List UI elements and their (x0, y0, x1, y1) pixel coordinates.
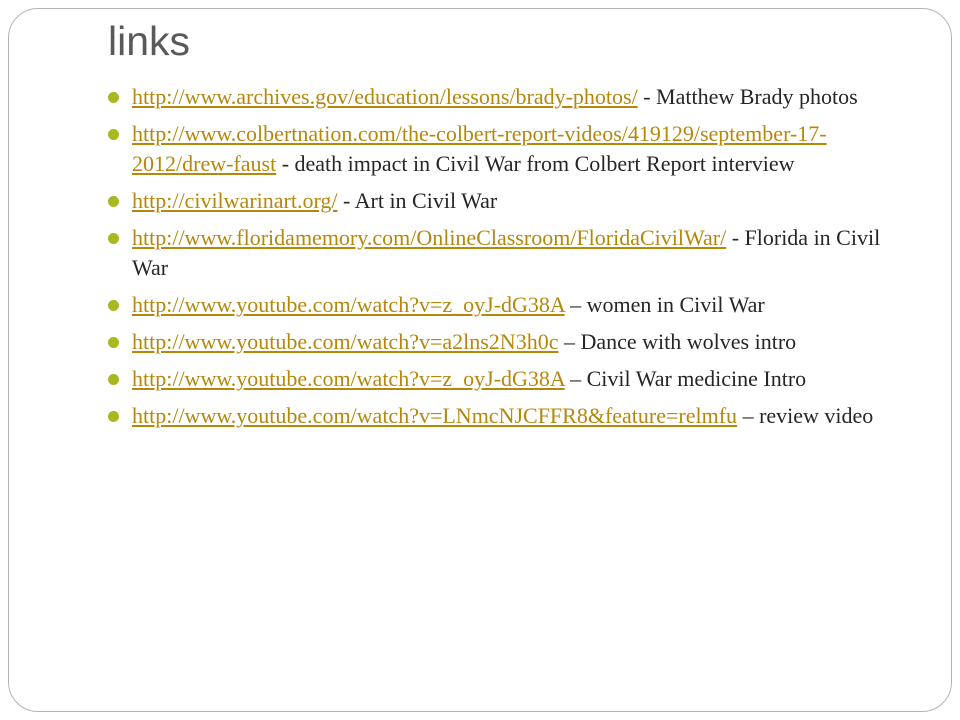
list-item: http://www.youtube.com/watch?v=z_oyJ-dG3… (108, 290, 908, 320)
list-item: http://www.floridamemory.com/OnlineClass… (108, 223, 908, 283)
link-description: - death impact in Civil War from Colbert… (276, 151, 795, 176)
list-item: http://www.youtube.com/watch?v=a2lns2N3h… (108, 327, 908, 357)
link-list: http://www.archives.gov/education/lesson… (108, 82, 908, 438)
bullet-icon (108, 129, 119, 140)
link-description: – Dance with wolves intro (558, 329, 797, 354)
link-description: – Civil War medicine Intro (564, 366, 807, 391)
list-item: http://www.youtube.com/watch?v=z_oyJ-dG3… (108, 364, 908, 394)
list-item: http://www.archives.gov/education/lesson… (108, 82, 908, 112)
bullet-icon (108, 300, 119, 311)
link-url[interactable]: http://www.archives.gov/education/lesson… (132, 84, 638, 109)
list-item: http://civilwarinart.org/ - Art in Civil… (108, 186, 908, 216)
bullet-icon (108, 337, 119, 348)
bullet-icon (108, 233, 119, 244)
link-url[interactable]: http://www.youtube.com/watch?v=z_oyJ-dG3… (132, 292, 565, 317)
link-url[interactable]: http://civilwarinart.org/ (132, 188, 338, 213)
link-description: - Art in Civil War (337, 188, 498, 213)
link-description: – women in Civil War (564, 292, 765, 317)
link-url[interactable]: http://www.youtube.com/watch?v=a2lns2N3h… (132, 329, 558, 354)
link-description: - Matthew Brady photos (637, 84, 858, 109)
link-url[interactable]: http://www.youtube.com/watch?v=z_oyJ-dG3… (132, 366, 565, 391)
link-url[interactable]: http://www.youtube.com/watch?v=LNmcNJCFF… (132, 403, 737, 428)
list-item: http://www.youtube.com/watch?v=LNmcNJCFF… (108, 401, 908, 431)
bullet-icon (108, 374, 119, 385)
link-description: – review video (737, 403, 874, 428)
list-item: http://www.colbertnation.com/the-colbert… (108, 119, 908, 179)
link-url[interactable]: http://www.floridamemory.com/OnlineClass… (132, 225, 726, 250)
bullet-icon (108, 411, 119, 422)
bullet-icon (108, 196, 119, 207)
slide-title: links (108, 18, 191, 64)
bullet-icon (108, 92, 119, 103)
